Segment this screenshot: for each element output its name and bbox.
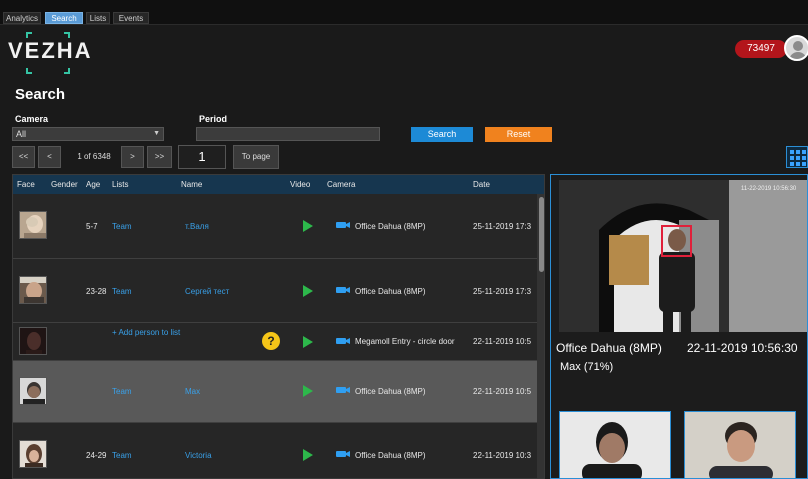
- age-cell: 5-7: [86, 222, 98, 231]
- detection-detail-panel: 11-22-2019 10:56:30 Office Dahua (8MP) 2…: [550, 174, 808, 479]
- column-header-camera[interactable]: Camera: [327, 175, 355, 194]
- first-page-button[interactable]: <<: [12, 146, 35, 168]
- face-thumbnail[interactable]: [19, 276, 47, 304]
- detail-person-match: Max (71%): [560, 361, 614, 373]
- camera-icon: [336, 338, 350, 344]
- reference-face-thumbnail[interactable]: [684, 411, 796, 478]
- list-link[interactable]: Team: [112, 451, 132, 460]
- snapshot-timestamp: 11-22-2019 10:56:30: [741, 186, 797, 192]
- face-thumbnail[interactable]: [19, 377, 47, 405]
- page-number-input[interactable]: 1: [178, 145, 226, 169]
- next-page-button[interactable]: >: [121, 146, 144, 168]
- grid-view-icon[interactable]: [786, 146, 808, 168]
- camera-icon: [336, 387, 350, 393]
- column-header-age[interactable]: Age: [86, 175, 100, 194]
- list-link[interactable]: Team: [112, 387, 132, 396]
- chevron-down-icon: ▼: [153, 130, 160, 137]
- column-header-lists[interactable]: Lists: [112, 175, 128, 194]
- table-row[interactable]: 5-7 Team т.Валя Office Dahua (8MP) 25-11…: [13, 194, 537, 259]
- column-header-video[interactable]: Video: [290, 175, 310, 194]
- tab-search[interactable]: Search: [45, 12, 83, 24]
- camera-label: Camera: [15, 114, 49, 124]
- camera-cell: Office Dahua (8MP): [355, 451, 426, 460]
- person-name-link[interactable]: т.Валя: [185, 222, 209, 231]
- top-tab-strip: Analytics Search Lists Events: [0, 0, 808, 25]
- detail-datetime: 22-11-2019 10:56:30: [687, 341, 798, 355]
- period-input[interactable]: [196, 127, 380, 141]
- reset-button[interactable]: Reset: [485, 127, 552, 142]
- column-header-gender[interactable]: Gender: [51, 175, 78, 194]
- results-table: Face Gender Age Lists Name Video Camera …: [12, 174, 545, 479]
- logo-bracket-bottom-right: [64, 68, 70, 74]
- camera-select[interactable]: All ▼: [12, 127, 164, 141]
- camera-cell: Office Dahua (8MP): [355, 287, 426, 296]
- column-header-name[interactable]: Name: [181, 175, 202, 194]
- prev-page-button[interactable]: <: [38, 146, 61, 168]
- person-name-link[interactable]: Сергей тест: [185, 287, 229, 296]
- logo-bracket-bottom-left: [26, 68, 32, 74]
- camera-icon: [336, 222, 350, 228]
- camera-icon: [336, 287, 350, 293]
- search-button[interactable]: Search: [411, 127, 473, 142]
- last-page-button[interactable]: >>: [147, 146, 172, 168]
- camera-select-value: All: [16, 129, 27, 139]
- tab-lists[interactable]: Lists: [86, 12, 110, 24]
- table-row-selected[interactable]: Team Max Office Dahua (8MP) 22-11-2019 1…: [13, 361, 537, 423]
- age-cell: 23-28: [86, 287, 107, 296]
- period-label: Period: [199, 114, 228, 124]
- date-cell: 25-11-2019 17:3: [473, 287, 532, 296]
- column-header-date[interactable]: Date: [473, 175, 490, 194]
- date-cell: 22-11-2019 10:3: [473, 451, 532, 460]
- table-row[interactable]: + Add person to list ? Megamoll Entry - …: [13, 323, 537, 361]
- page-info: 1 of 6348: [77, 152, 111, 161]
- table-scrollbar-thumb[interactable]: [539, 197, 544, 272]
- page-title: Search: [15, 86, 66, 103]
- user-icon[interactable]: [784, 35, 808, 61]
- add-person-to-list-link[interactable]: + Add person to list: [112, 327, 184, 339]
- date-cell: 22-11-2019 10:5: [473, 337, 532, 346]
- play-video-icon[interactable]: [303, 385, 313, 397]
- vezha-logo: VEZHA: [8, 32, 98, 78]
- notification-badge[interactable]: 73497: [735, 40, 787, 58]
- column-header-face[interactable]: Face: [17, 175, 35, 194]
- logo-text: VEZHA: [8, 38, 93, 63]
- camera-cell: Office Dahua (8MP): [355, 387, 426, 396]
- date-cell: 22-11-2019 10:5: [473, 387, 532, 396]
- face-thumbnail[interactable]: [19, 327, 47, 355]
- date-cell: 25-11-2019 17:3: [473, 222, 532, 231]
- camera-snapshot[interactable]: 11-22-2019 10:56:30: [559, 180, 807, 332]
- face-thumbnail[interactable]: [19, 211, 47, 239]
- person-name-link[interactable]: Max: [185, 387, 200, 396]
- play-video-icon[interactable]: [303, 336, 313, 348]
- detail-camera-name: Office Dahua (8MP): [556, 341, 662, 355]
- unknown-person-icon: ?: [262, 332, 280, 350]
- table-header: Face Gender Age Lists Name Video Camera …: [13, 175, 544, 194]
- table-row[interactable]: 24-29 Team Victoria Office Dahua (8MP) 2…: [13, 423, 537, 478]
- person-name-link[interactable]: Victoria: [185, 451, 212, 460]
- detected-face-thumbnail[interactable]: [559, 411, 671, 478]
- play-video-icon[interactable]: [303, 449, 313, 461]
- tab-analytics[interactable]: Analytics: [3, 12, 41, 24]
- play-video-icon[interactable]: [303, 285, 313, 297]
- play-video-icon[interactable]: [303, 220, 313, 232]
- camera-cell: Office Dahua (8MP): [355, 222, 426, 231]
- table-row[interactable]: 23-28 Team Сергей тест Office Dahua (8MP…: [13, 259, 537, 323]
- list-link[interactable]: Team: [112, 287, 132, 296]
- camera-icon: [336, 451, 350, 457]
- tab-events[interactable]: Events: [113, 12, 149, 24]
- age-cell: 24-29: [86, 451, 107, 460]
- to-page-button[interactable]: To page: [233, 145, 279, 169]
- list-link[interactable]: Team: [112, 222, 132, 231]
- camera-cell: Megamoll Entry - circle door: [355, 337, 455, 346]
- face-thumbnail[interactable]: [19, 440, 47, 468]
